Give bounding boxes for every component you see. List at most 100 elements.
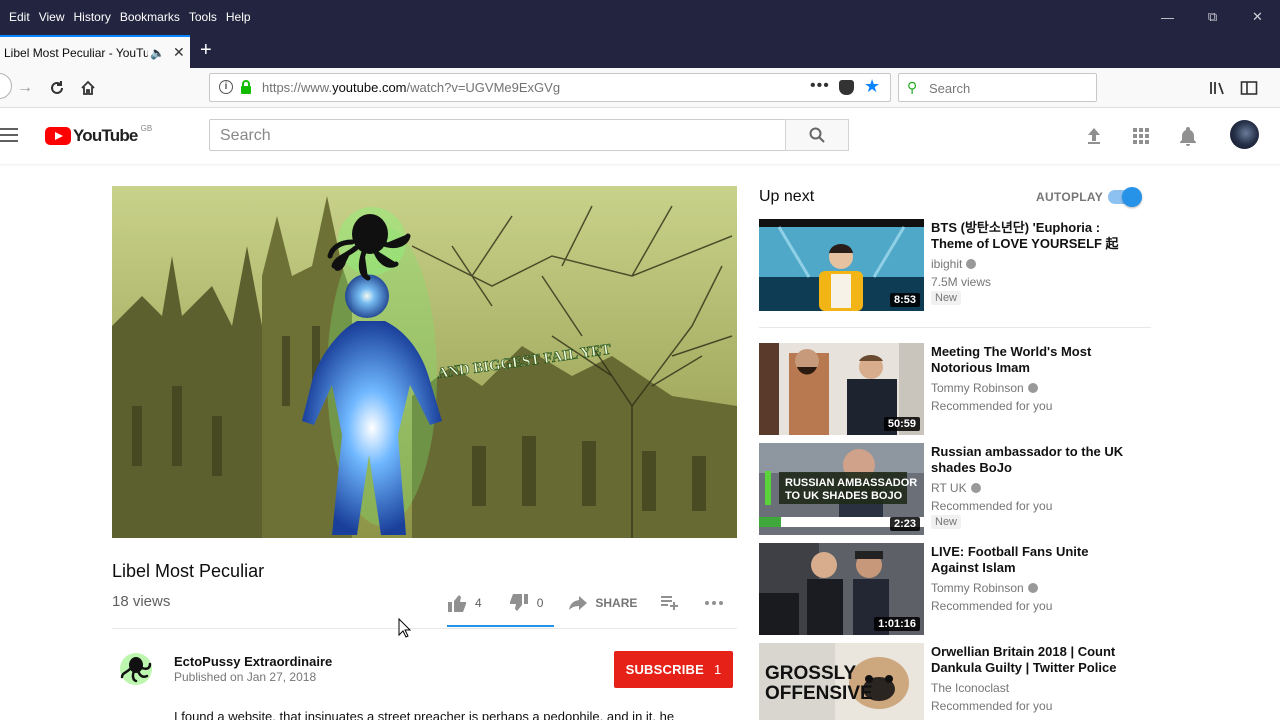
mouse-cursor-icon [398, 618, 412, 638]
recommended-video[interactable]: 8:53 BTS (방탄소년단) 'Euphoria : Theme of LO… [759, 219, 1159, 313]
browser-tab[interactable]: Libel Most Peculiar - YouTube 🔈 ✕ [0, 35, 190, 68]
recommended-title[interactable]: Orwellian Britain 2018 | Count Dankula G… [931, 644, 1131, 676]
recommended-video[interactable]: 50:59 Meeting The World's Most Notorious… [759, 343, 1159, 437]
channel-avatar[interactable] [116, 649, 156, 689]
menu-bar: Edit View History Bookmarks Tools Help —… [0, 0, 1280, 34]
share-arrow-icon [569, 596, 588, 610]
pocket-icon[interactable] [839, 80, 854, 95]
recommended-meta: Recommended for you [931, 699, 1053, 713]
video-thumbnail[interactable]: RUSSIAN AMBASSADOR TO UK SHADES BOJO 2:2… [759, 443, 924, 535]
home-icon[interactable] [77, 77, 99, 99]
bookmark-star-icon[interactable]: ★ [864, 76, 880, 97]
video-duration: 2:23 [889, 517, 920, 531]
new-badge: New [931, 515, 962, 529]
page-actions-icon[interactable]: ••• [810, 77, 830, 95]
thumbnail-caption-line-2: OFFENSIVE [765, 683, 873, 704]
recommended-meta: Recommended for you [931, 399, 1053, 413]
youtube-play-icon [45, 127, 71, 145]
recommended-meta: Recommended for you [931, 599, 1053, 613]
thumbnail-caption-line-1: RUSSIAN AMBASSADOR [785, 477, 917, 489]
video-thumbnail[interactable]: 1:01:16 [759, 543, 924, 635]
lock-icon[interactable] [240, 79, 252, 95]
dislike-count: 0 [536, 596, 544, 610]
video-thumbnail[interactable]: 50:59 [759, 343, 924, 435]
like-button[interactable]: 4 [447, 594, 482, 612]
recommended-title[interactable]: BTS (방탄소년단) 'Euphoria : Theme of LOVE YO… [931, 220, 1131, 252]
add-to-playlist-button[interactable] [661, 596, 679, 610]
nav-bar: → i https://www.youtube.com/watch?v=UGVM… [0, 68, 1280, 108]
speaker-icon[interactable]: 🔈 [150, 46, 165, 60]
like-count: 4 [475, 596, 482, 610]
youtube-logo[interactable]: YouTube GB [45, 124, 153, 146]
recommended-meta: Recommended for you [931, 499, 1053, 513]
video-thumbnail[interactable]: GROSSLY OFFENSIVE [759, 643, 924, 720]
browser-search-placeholder: Search [929, 81, 971, 96]
like-ratio-bar [447, 625, 554, 627]
share-label: SHARE [595, 596, 638, 610]
recommended-title[interactable]: Meeting The World's Most Notorious Imam [931, 344, 1131, 376]
region-label: GB [140, 124, 153, 133]
menu-tools[interactable]: Tools [189, 10, 217, 24]
menu-icon[interactable] [0, 128, 18, 142]
info-icon[interactable]: i [219, 80, 233, 94]
close-tab-icon[interactable]: ✕ [173, 44, 185, 61]
autoplay-toggle[interactable] [1108, 187, 1142, 207]
close-window-icon[interactable]: ✕ [1235, 0, 1280, 34]
recommended-channel: Tommy Robinson [931, 381, 1038, 395]
recommended-meta: 7.5M views [931, 275, 992, 289]
subscribe-button[interactable]: SUBSCRIBE 1 [614, 651, 733, 688]
verified-icon [1027, 583, 1038, 593]
subscribe-label: SUBSCRIBE [625, 662, 704, 677]
recommended-channel: RT UK [931, 481, 981, 495]
more-horiz-icon [705, 601, 724, 605]
verified-icon [970, 483, 981, 493]
forward-icon[interactable]: → [14, 77, 36, 99]
account-avatar[interactable] [1230, 120, 1259, 149]
url-bar[interactable]: i https://www.youtube.com/watch?v=UGVMe9… [209, 73, 891, 102]
recommended-channel: ibighit [931, 257, 977, 271]
dislike-button[interactable]: 0 [509, 594, 544, 612]
reload-icon[interactable] [46, 77, 68, 99]
thumbnail-caption-line-2: TO UK SHADES BOJO [785, 490, 903, 502]
video-actions: 4 0 SHARE [447, 593, 724, 613]
menu-history[interactable]: History [73, 10, 110, 24]
browser-search-bar[interactable]: ⚲ Search [898, 73, 1097, 102]
sidebar-icon[interactable] [1238, 77, 1260, 99]
logo-text: YouTube [73, 126, 138, 145]
video-player[interactable]: AND BIGGEST FAIL YET [112, 186, 737, 538]
divider [112, 628, 737, 629]
share-button[interactable]: SHARE [569, 596, 637, 610]
youtube-search-input[interactable]: Search [209, 119, 786, 151]
recommended-title[interactable]: Russian ambassador to the UK shades BoJo [931, 444, 1131, 476]
menu-view[interactable]: View [39, 10, 65, 24]
tab-title: Libel Most Peculiar - YouTube [4, 45, 148, 60]
publish-date: Published on Jan 27, 2018 [174, 670, 317, 684]
menu-bookmarks[interactable]: Bookmarks [120, 10, 180, 24]
video-frame: AND BIGGEST FAIL YET [112, 186, 737, 538]
back-button[interactable] [0, 73, 12, 99]
thumbnail-caption-line-1: GROSSLY [765, 663, 856, 684]
menu-edit[interactable]: Edit [9, 10, 30, 24]
url-text: https://www.youtube.com/watch?v=UGVMe9Ex… [262, 80, 561, 95]
search-button[interactable] [785, 119, 849, 151]
notifications-bell-icon[interactable] [1177, 125, 1199, 147]
channel-name[interactable]: EctoPussy Extraordinaire [174, 654, 332, 669]
more-actions-button[interactable] [705, 601, 724, 605]
recommended-video[interactable]: 1:01:16 LIVE: Football Fans Unite Agains… [759, 543, 1159, 637]
apps-icon[interactable] [1130, 125, 1152, 147]
restore-icon[interactable]: ⧉ [1190, 0, 1235, 34]
recommended-title[interactable]: LIVE: Football Fans Unite Against Islam [931, 544, 1131, 576]
screen: { "browser": { "menus": ["Edit", "View",… [0, 0, 1280, 720]
recommended-video[interactable]: RUSSIAN AMBASSADOR TO UK SHADES BOJO 2:2… [759, 443, 1159, 537]
recommended-channel: The Iconoclast [931, 681, 1010, 695]
library-icon[interactable] [1207, 77, 1229, 99]
new-tab-icon[interactable]: + [200, 40, 212, 60]
video-description: I found a website, that insinuates a str… [174, 709, 675, 720]
up-next-heading: Up next [759, 188, 815, 205]
recommended-video[interactable]: GROSSLY OFFENSIVE Orwellian Britain 2018… [759, 643, 1159, 720]
video-thumbnail[interactable]: 8:53 [759, 219, 924, 311]
minimize-icon[interactable]: — [1145, 0, 1190, 34]
menu-help[interactable]: Help [226, 10, 251, 24]
upload-icon[interactable] [1083, 125, 1105, 147]
add-to-playlist-icon [661, 596, 679, 610]
